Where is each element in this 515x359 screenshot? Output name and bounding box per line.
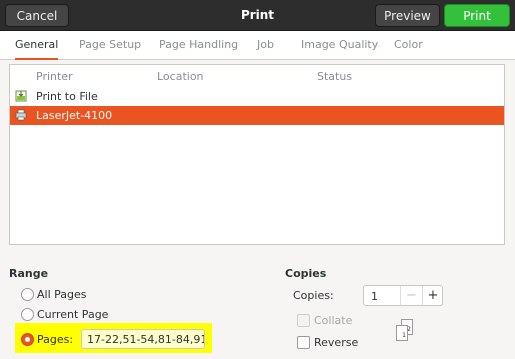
column-header-location[interactable]: Location xyxy=(157,70,204,83)
dialog-title: Print xyxy=(240,8,275,22)
copies-label: Copies: xyxy=(293,289,334,302)
printer-list[interactable]: Printer Location Status Print to File La… xyxy=(9,64,505,245)
radio-current-page[interactable]: Current Page xyxy=(21,306,108,322)
tab-image-quality[interactable]: Image Quality xyxy=(301,31,378,60)
preview-button[interactable]: Preview xyxy=(375,4,440,27)
printer-name: LaserJet-4100 xyxy=(36,109,113,122)
printer-row-print-to-file[interactable]: Print to File xyxy=(10,87,504,106)
tab-page-setup[interactable]: Page Setup xyxy=(79,31,141,60)
reverse-label: Reverse xyxy=(314,335,359,349)
print-button[interactable]: Print xyxy=(444,4,510,27)
copies-value[interactable]: 1 xyxy=(371,290,378,303)
pages-input[interactable]: 17-22,51-54,81-84,91- xyxy=(81,329,205,349)
printer-icon xyxy=(15,109,27,121)
column-header-printer[interactable]: Printer xyxy=(36,70,73,83)
header-bar: Cancel Print Preview Print xyxy=(0,0,515,31)
tab-color[interactable]: Color xyxy=(394,31,423,60)
increment-button[interactable]: + xyxy=(422,286,443,305)
decrement-button[interactable]: − xyxy=(400,286,422,305)
collate-preview-graphic: 2 1 xyxy=(395,315,417,345)
collate-checkbox[interactable] xyxy=(297,313,310,327)
collate-label: Collate xyxy=(314,313,353,327)
tab-page-handling[interactable]: Page Handling xyxy=(159,31,238,60)
radio-label: All Pages xyxy=(37,287,87,301)
page-number: 1 xyxy=(402,332,406,339)
copies-title: Copies xyxy=(285,267,327,280)
radio-pages[interactable]: Pages: xyxy=(21,331,73,347)
column-header-status[interactable]: Status xyxy=(317,70,352,83)
range-title: Range xyxy=(9,267,49,280)
radio-label: Pages: xyxy=(37,332,74,346)
page-sheet-front: 1 xyxy=(396,325,408,341)
printer-name: Print to File xyxy=(36,90,98,103)
reverse-checkbox-row[interactable]: Reverse xyxy=(297,334,358,350)
cancel-button[interactable]: Cancel xyxy=(5,4,69,27)
reverse-checkbox[interactable] xyxy=(297,335,310,349)
radio-button[interactable] xyxy=(21,287,34,301)
radio-button[interactable] xyxy=(21,307,34,321)
radio-button[interactable] xyxy=(21,332,34,346)
radio-all-pages[interactable]: All Pages xyxy=(21,286,87,302)
print-to-file-icon xyxy=(15,90,27,102)
tab-general[interactable]: General xyxy=(15,31,59,60)
radio-label: Current Page xyxy=(37,307,109,321)
tab-job[interactable]: Job xyxy=(257,31,274,60)
collate-checkbox-row[interactable]: Collate xyxy=(297,312,352,328)
copies-stepper: 1 − + xyxy=(363,285,443,306)
tab-bar: General Page Setup Page Handling Job Ima… xyxy=(0,31,515,60)
printer-row-laserjet[interactable]: LaserJet-4100 xyxy=(10,106,504,125)
